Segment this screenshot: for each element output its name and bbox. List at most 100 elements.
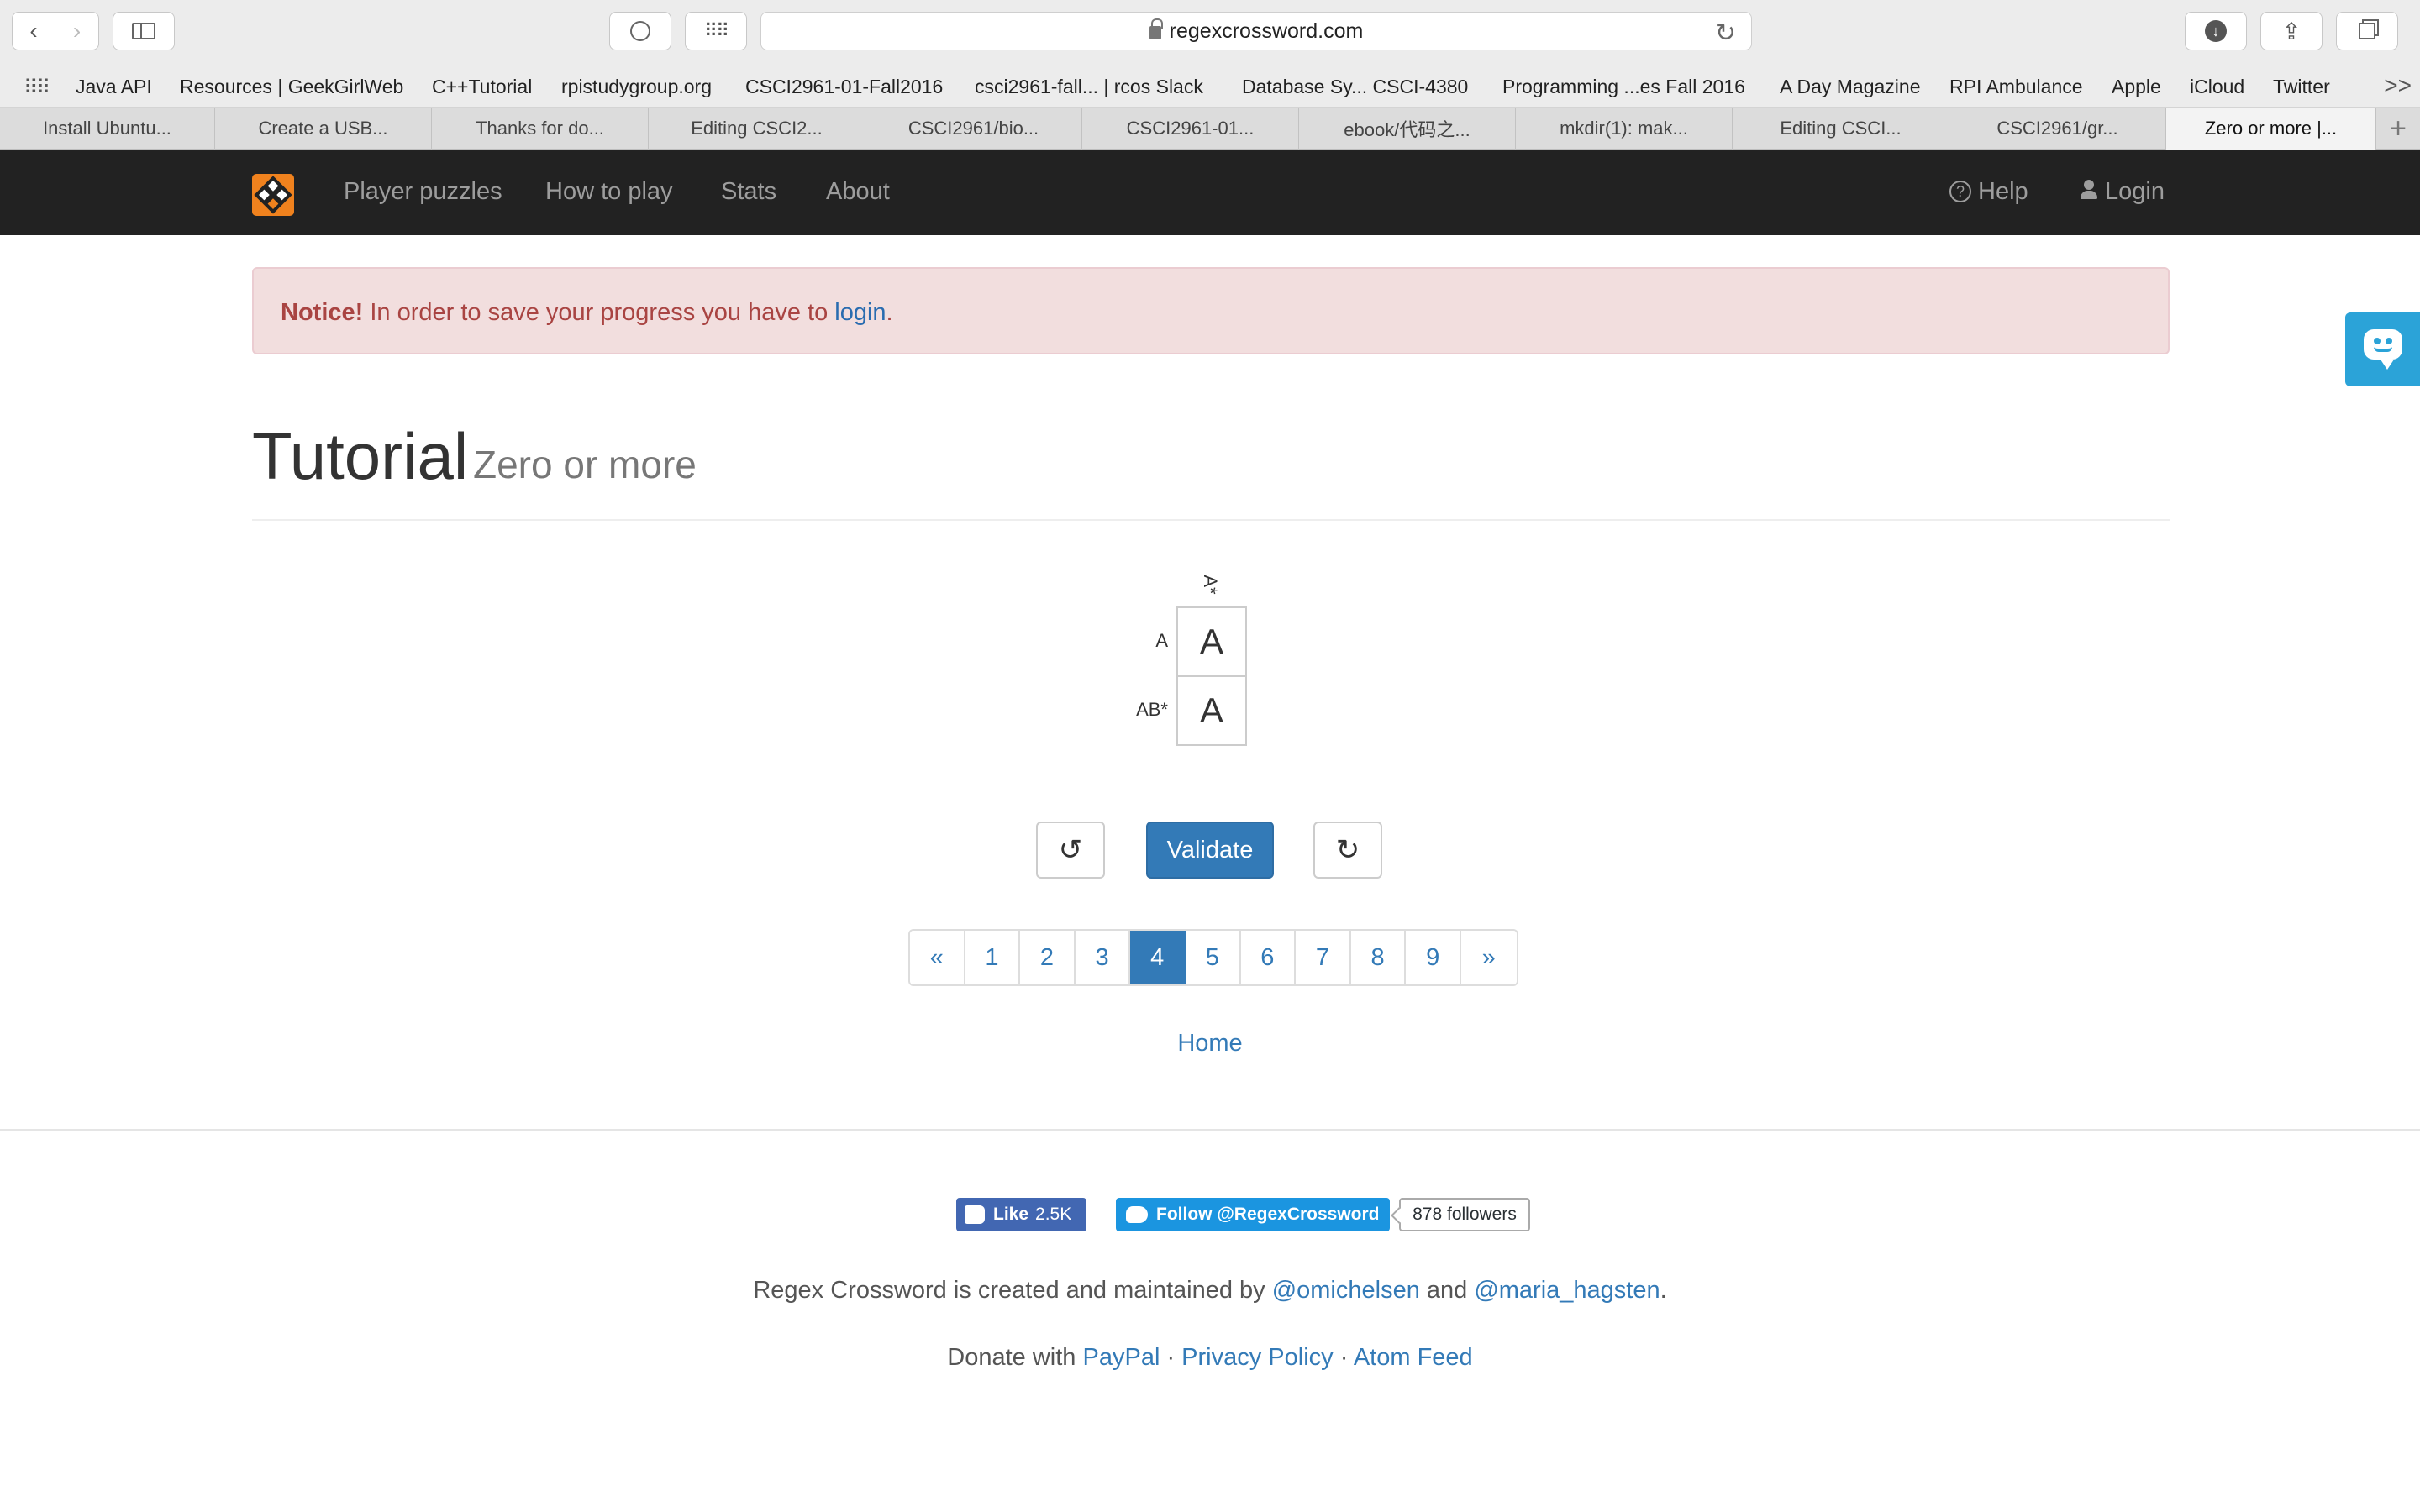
footer-credits: Regex Crossword is created and maintaine…	[0, 1277, 2420, 1305]
pagination-next[interactable]: »	[1460, 931, 1517, 984]
redo-button[interactable]: ↻	[1313, 822, 1382, 879]
forward-button[interactable]: ›	[55, 12, 99, 50]
home-link[interactable]: Home	[1177, 1030, 1242, 1057]
nav-how-to-play[interactable]: How to play	[545, 178, 673, 206]
privacy-policy-link[interactable]: Privacy Policy	[1181, 1344, 1334, 1371]
browser-tab[interactable]: CSCI2961/bio...	[865, 108, 1082, 150]
donate-text: Donate with	[947, 1344, 1083, 1371]
thumbs-up-icon	[965, 1205, 985, 1224]
browser-tab[interactable]: ebook/代码之...	[1299, 108, 1516, 150]
undo-button[interactable]: ↺	[1036, 822, 1105, 879]
bookmark-item[interactable]: Twitter	[2273, 76, 2330, 98]
notice-strong: Notice!	[281, 299, 364, 326]
new-tab-button[interactable]: +	[2376, 108, 2420, 150]
bookmark-item[interactable]: csci2961-fall... | rcos Slack	[975, 76, 1203, 98]
address-bar[interactable]: regexcrossword.com ↻	[760, 12, 1752, 50]
nav-help-label: Help	[1978, 178, 2028, 205]
author-link[interactable]: @maria_hagsten	[1474, 1277, 1660, 1304]
bookmark-item[interactable]: rpistudygroup.org	[561, 76, 712, 98]
footer-links: Donate with PayPal · Privacy Policy · At…	[0, 1344, 2420, 1372]
nav-about[interactable]: About	[826, 178, 890, 206]
pagination-page[interactable]: 7	[1296, 931, 1351, 984]
bookmark-item[interactable]: Apple	[2112, 76, 2161, 98]
browser-toolbar: ‹ › ⠿⠿ regexcrossword.com ↻ ↓ ⇪	[0, 0, 2420, 64]
browser-tab[interactable]: Create a USB...	[215, 108, 432, 150]
downloads-button[interactable]: ↓	[2185, 12, 2247, 50]
facebook-like-button[interactable]: Like 2.5K	[956, 1198, 1086, 1231]
nav-help[interactable]: ? Help	[1949, 178, 2028, 206]
share-button[interactable]: ⇪	[2260, 12, 2323, 50]
redo-icon: ↻	[1335, 834, 1360, 866]
notice-login-link[interactable]: login	[834, 299, 886, 326]
pagination-page[interactable]: 1	[965, 931, 1021, 984]
grid-icon: ⠿⠿	[703, 20, 729, 41]
bookmarks-overflow-icon[interactable]: >>	[2384, 72, 2412, 99]
separator: ·	[1333, 1344, 1354, 1371]
chat-smile-icon	[2364, 329, 2402, 370]
chevron-left-icon: ‹	[29, 18, 38, 44]
bookmark-item[interactable]: A Day Magazine	[1780, 76, 1920, 98]
nav-stats[interactable]: Stats	[721, 178, 776, 206]
page-title: Tutorial	[252, 419, 469, 493]
atom-feed-link[interactable]: Atom Feed	[1354, 1344, 1473, 1371]
like-label: Like	[993, 1205, 1029, 1224]
notice-alert: Notice! In order to save your progress y…	[252, 267, 2170, 354]
twitter-bird-icon	[1126, 1206, 1148, 1223]
credits-text: Regex Crossword is created and maintaine…	[753, 1277, 1272, 1304]
pagination-page[interactable]: 6	[1240, 931, 1297, 984]
logo-icon[interactable]	[252, 174, 294, 216]
nav-player-puzzles[interactable]: Player puzzles	[344, 178, 502, 206]
history-button[interactable]	[609, 12, 671, 50]
paypal-link[interactable]: PayPal	[1083, 1344, 1160, 1371]
pagination-page[interactable]: 2	[1020, 931, 1076, 984]
browser-tab[interactable]: Install Ubuntu...	[0, 108, 215, 150]
bookmark-item[interactable]: Programming ...es Fall 2016	[1502, 76, 1745, 98]
like-count: 2.5K	[1035, 1205, 1072, 1224]
chevron-right-icon: ›	[72, 18, 82, 44]
twitter-follow-button[interactable]: Follow @RegexCrossword	[1116, 1198, 1390, 1231]
pagination-page[interactable]: 3	[1075, 931, 1131, 984]
pagination-page-active[interactable]: 4	[1130, 931, 1186, 984]
sidebar-toggle-button[interactable]	[113, 12, 175, 50]
tab-bar: Install Ubuntu... Create a USB... Thanks…	[0, 108, 2420, 150]
top-sites-button[interactable]: ⠿⠿	[685, 12, 747, 50]
nav-login[interactable]: Login	[2080, 178, 2165, 206]
apps-grid-icon[interactable]: ⠿⠿	[24, 76, 50, 100]
browser-tab[interactable]: Editing CSCI2...	[649, 108, 865, 150]
browser-tab-active[interactable]: Zero or more |...	[2166, 108, 2376, 150]
pagination-prev[interactable]: «	[910, 931, 965, 984]
grid-cell[interactable]: A	[1176, 606, 1247, 677]
back-button[interactable]: ‹	[12, 12, 55, 50]
validate-button[interactable]: Validate	[1146, 822, 1274, 879]
bookmark-item[interactable]: Java API	[76, 76, 152, 98]
bookmarks-bar: ⠿⠿ Java API Resources | GeekGirlWeb C++T…	[0, 64, 2420, 108]
bookmark-item[interactable]: CSCI2961-01-Fall2016	[745, 76, 943, 98]
bookmark-item[interactable]: C++Tutorial	[432, 76, 532, 98]
browser-tab[interactable]: Editing CSCI...	[1733, 108, 1949, 150]
grid-cell[interactable]: A	[1176, 675, 1247, 746]
reload-icon[interactable]: ↻	[1715, 18, 1736, 48]
pagination-page[interactable]: 5	[1185, 931, 1241, 984]
bookmark-item[interactable]: RPI Ambulance	[1949, 76, 2083, 98]
browser-tab[interactable]: Thanks for do...	[432, 108, 649, 150]
tab-overview-button[interactable]	[2336, 12, 2398, 50]
bookmark-item[interactable]: Resources | GeekGirlWeb	[180, 76, 403, 98]
bookmark-item[interactable]: iCloud	[2190, 76, 2244, 98]
bookmark-item[interactable]: Database Sy... CSCI-4380	[1242, 76, 1468, 98]
credits-period: .	[1660, 1277, 1667, 1304]
nav-login-label: Login	[2105, 178, 2165, 205]
pagination-page[interactable]: 8	[1350, 931, 1407, 984]
question-circle-icon: ?	[1949, 181, 1971, 202]
url-text: regexcrossword.com	[1169, 18, 1364, 43]
browser-tab[interactable]: CSCI2961-01...	[1082, 108, 1299, 150]
page-header: Tutorial Zero or more	[252, 412, 2170, 521]
author-link[interactable]: @omichelsen	[1272, 1277, 1420, 1304]
browser-tab[interactable]: CSCI2961/gr...	[1949, 108, 2166, 150]
page-subtitle: Zero or more	[473, 443, 697, 486]
chat-widget-button[interactable]	[2345, 312, 2420, 386]
browser-tab[interactable]: mkdir(1): mak...	[1516, 108, 1733, 150]
twitter-follower-count[interactable]: 878 followers	[1399, 1198, 1530, 1231]
pagination-page[interactable]: 9	[1406, 931, 1461, 984]
row-clue: AB*	[1136, 699, 1168, 720]
column-clue: A*	[1200, 575, 1221, 595]
